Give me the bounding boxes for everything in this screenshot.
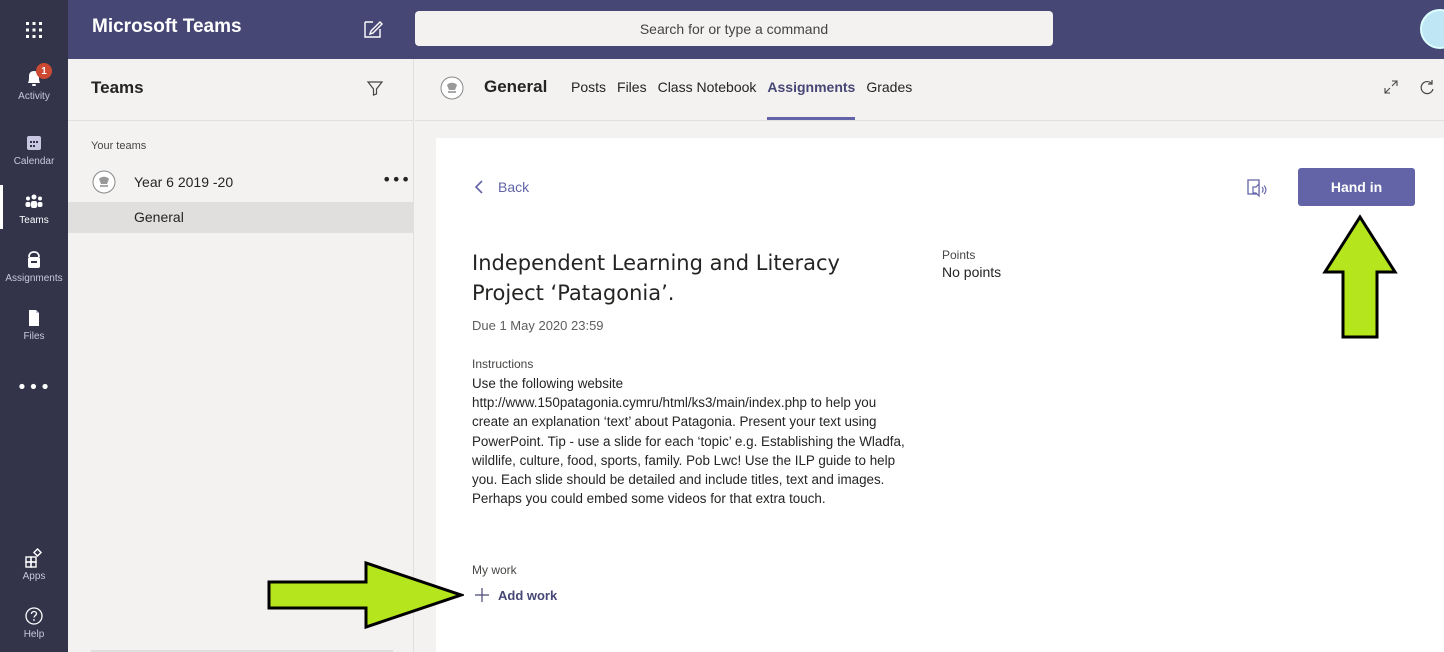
teams-panel-header: Teams — [68, 59, 414, 121]
immersive-reader-icon[interactable] — [1245, 176, 1269, 200]
rail-item-label: Apps — [22, 571, 46, 582]
add-work-button[interactable]: Add work — [474, 587, 557, 603]
plus-icon — [475, 588, 489, 602]
points-label: Points — [942, 248, 976, 262]
channel-name: General — [134, 209, 184, 225]
app-launcher-icon[interactable] — [0, 0, 68, 59]
tab-posts[interactable]: Posts — [571, 79, 606, 120]
assignments-icon — [28, 251, 40, 268]
instructions-text: Use the following website http://www.150… — [472, 376, 905, 507]
tab-assignments[interactable]: Assignments — [767, 79, 855, 120]
chevron-left-icon — [474, 180, 483, 194]
rail-item-teams[interactable]: Teams — [0, 185, 68, 229]
more-apps-icon[interactable]: ••• — [0, 377, 68, 398]
expand-icon[interactable] — [1383, 79, 1399, 95]
back-label: Back — [498, 179, 530, 195]
rail-item-label: Teams — [19, 215, 49, 226]
assignment-detail: Back Hand in Independent Learning and Li… — [436, 138, 1444, 652]
rail-item-apps[interactable]: Apps — [0, 547, 68, 582]
add-work-label: Add work — [498, 587, 558, 603]
back-button[interactable]: Back — [472, 179, 529, 195]
your-teams-label: Your teams — [91, 140, 147, 152]
help-icon — [25, 607, 43, 625]
channel-tabs: Posts Files Class Notebook Assignments G… — [571, 79, 923, 120]
instructions-label: Instructions — [472, 357, 534, 371]
rail-item-label: Files — [23, 331, 45, 342]
channel-header: General Posts Files Class Notebook Assig… — [415, 59, 1444, 121]
files-icon — [29, 310, 39, 326]
rail-item-assignments[interactable]: Assignments — [0, 249, 68, 284]
teams-icon — [25, 194, 43, 208]
avatar[interactable] — [1420, 9, 1444, 49]
annotation-arrow-right-icon — [267, 560, 464, 630]
assignment-title: Independent Learning and Literacy Projec… — [472, 251, 840, 305]
school-crest-icon — [440, 76, 464, 100]
my-work-label: My work — [472, 563, 517, 577]
school-crest-icon — [92, 170, 116, 194]
channel-title: General — [484, 77, 548, 96]
rail-item-activity[interactable]: 1 Activity — [0, 63, 68, 102]
rail-item-calendar[interactable]: Calendar — [0, 132, 68, 167]
hand-in-button[interactable]: Hand in — [1298, 168, 1415, 206]
notification-badge: 1 — [36, 63, 52, 79]
teams-panel-title: Teams — [91, 78, 144, 97]
rail-item-files[interactable]: Files — [0, 307, 68, 342]
tab-grades[interactable]: Grades — [866, 79, 912, 120]
top-bar: Microsoft Teams Search for or type a com… — [0, 0, 1444, 59]
rail-item-label: Help — [23, 629, 45, 640]
waffle-icon — [26, 21, 42, 38]
team-name: Year 6 2019 -20 — [134, 174, 234, 190]
rail-item-label: Calendar — [13, 156, 55, 167]
apps-icon — [25, 547, 43, 568]
due-date: Due 1 May 2020 23:59 — [472, 318, 604, 333]
tab-class-notebook[interactable]: Class Notebook — [658, 79, 757, 120]
rail-item-label: Activity — [18, 91, 50, 102]
team-item[interactable]: Year 6 2019 -20 ••• — [68, 166, 414, 200]
tab-files[interactable]: Files — [617, 79, 647, 120]
new-chat-icon[interactable] — [360, 16, 386, 42]
calendar-icon — [27, 136, 41, 150]
more-options-icon[interactable]: ••• — [382, 170, 410, 189]
annotation-arrow-up-icon — [1322, 214, 1398, 339]
app-title: Microsoft Teams — [92, 16, 242, 37]
channel-item-general[interactable]: General — [68, 202, 414, 233]
points-value: No points — [942, 264, 1002, 280]
refresh-icon[interactable] — [1418, 79, 1436, 97]
app-rail: 1 Activity Calendar Teams Assignments Fi… — [0, 59, 68, 652]
search-input[interactable]: Search for or type a command — [415, 11, 1053, 46]
rail-item-label: Assignments — [5, 273, 63, 284]
rail-item-help[interactable]: Help — [0, 605, 68, 640]
filter-icon[interactable] — [366, 79, 384, 97]
